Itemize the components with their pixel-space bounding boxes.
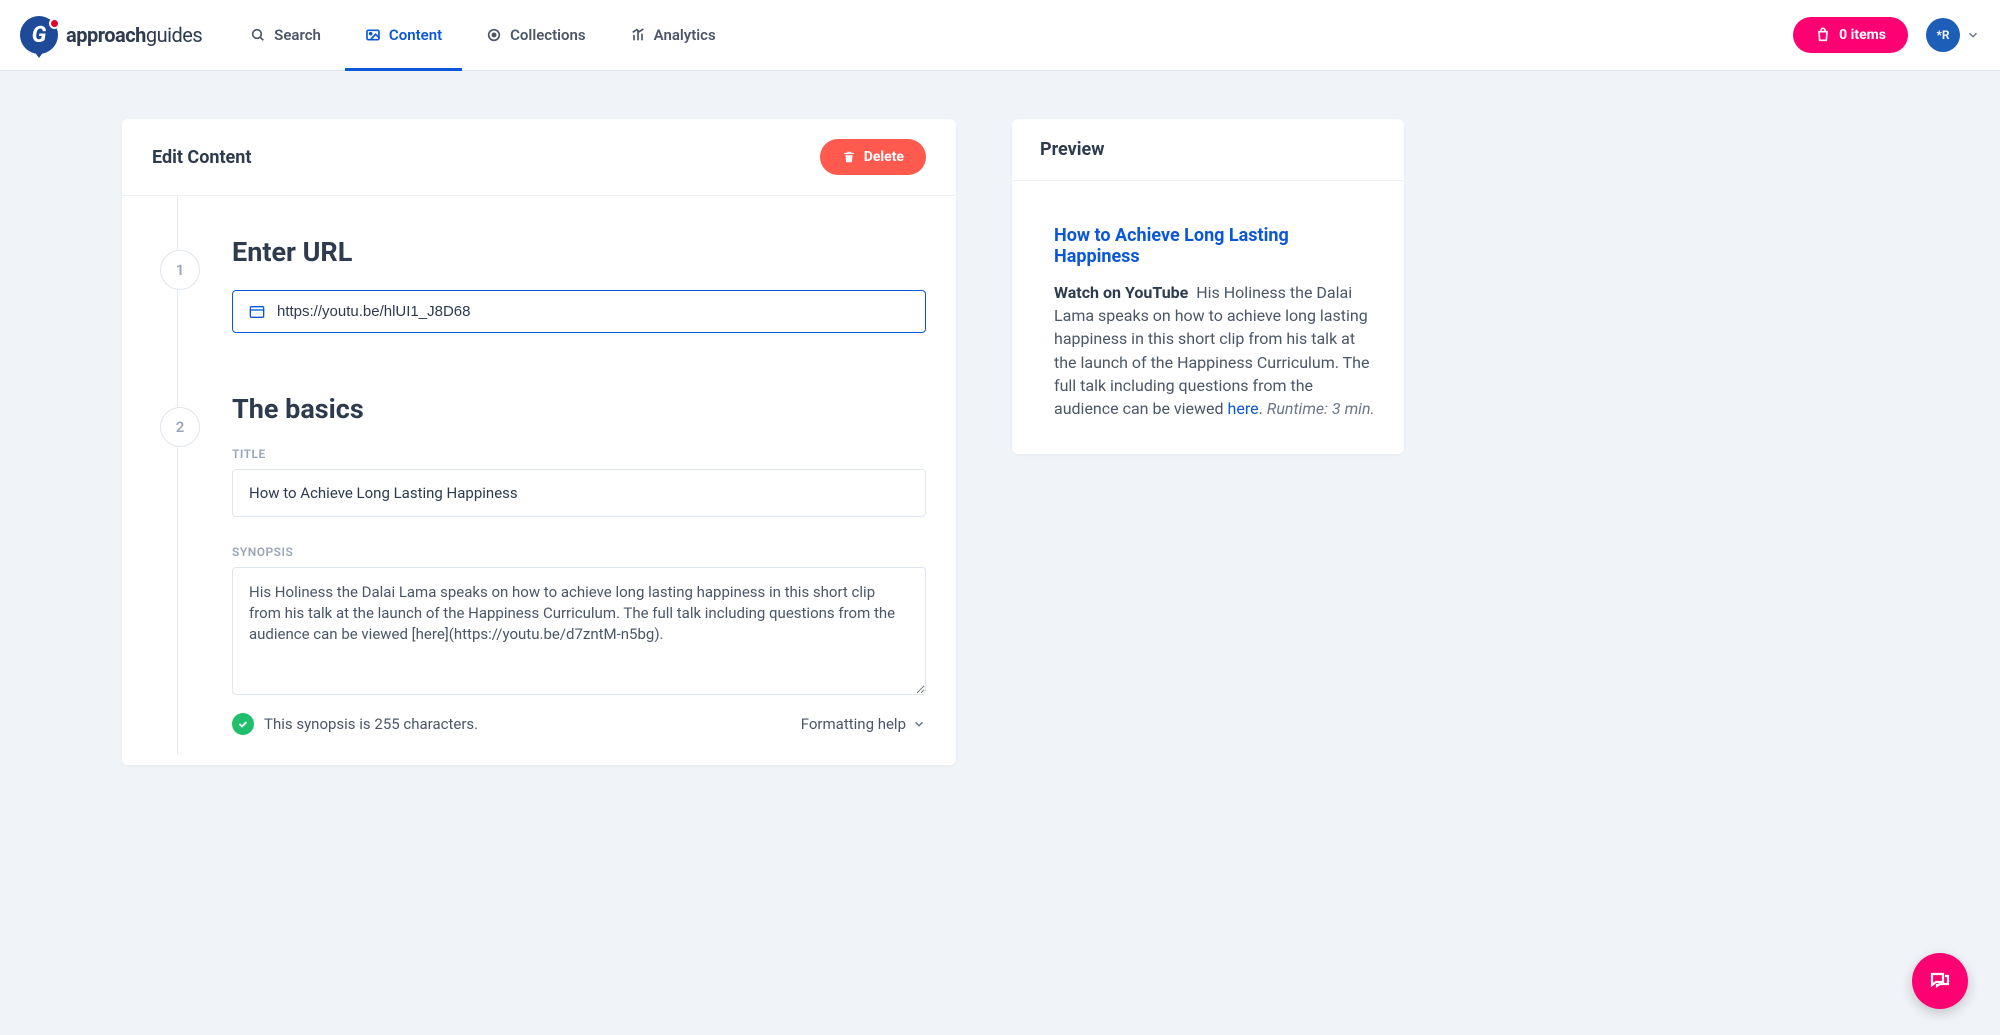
field-label: SYNOPSIS xyxy=(232,545,926,559)
preview-link[interactable]: here xyxy=(1228,399,1259,418)
avatar: *R xyxy=(1926,18,1960,52)
delete-button[interactable]: Delete xyxy=(820,139,926,175)
shopping-bag-icon xyxy=(1815,27,1831,43)
browser-icon xyxy=(249,305,265,319)
check-icon xyxy=(232,713,254,735)
char-count-status: This synopsis is 255 characters. xyxy=(232,713,478,735)
steps-container: 1 Enter URL 2 The basics TITLE xyxy=(122,196,956,755)
step-heading: The basics xyxy=(232,393,926,425)
preview-runtime: Runtime: 3 min. xyxy=(1267,399,1375,418)
card-header: Edit Content Delete xyxy=(122,119,956,196)
nav-label: Search xyxy=(274,26,321,44)
chevron-down-icon xyxy=(912,717,926,731)
trash-icon xyxy=(842,150,856,164)
preview-body: How to Achieve Long Lasting Happiness Wa… xyxy=(1012,181,1404,454)
preview-lead: Watch on YouTube xyxy=(1054,283,1188,302)
image-icon xyxy=(365,27,381,43)
nav-content[interactable]: Content xyxy=(345,0,462,71)
step-heading: Enter URL xyxy=(232,236,926,268)
preview-card: Preview How to Achieve Long Lasting Happ… xyxy=(1012,119,1404,454)
cart-button[interactable]: 0 items xyxy=(1793,17,1908,53)
nav-label: Content xyxy=(389,26,442,44)
top-navbar: G approachguides Search Content Collecti… xyxy=(0,0,2000,71)
formatting-help-label: Formatting help xyxy=(801,715,906,733)
brand-name: approachguides xyxy=(66,23,202,47)
nav-collections[interactable]: Collections xyxy=(466,0,606,71)
url-input[interactable] xyxy=(277,303,909,320)
edit-content-card: Edit Content Delete 1 Enter URL xyxy=(122,119,956,765)
brand-logo[interactable]: G approachguides xyxy=(20,16,202,54)
synopsis-field: SYNOPSIS This synopsis is 255 characters… xyxy=(232,545,926,735)
preview-body-post: . xyxy=(1259,399,1267,418)
nav-label: Collections xyxy=(510,26,586,44)
title-input[interactable] xyxy=(232,469,926,517)
delete-label: Delete xyxy=(864,149,904,165)
formatting-help-toggle[interactable]: Formatting help xyxy=(801,715,926,733)
field-label: TITLE xyxy=(232,447,926,461)
step-number: 1 xyxy=(160,250,200,290)
synopsis-footer: This synopsis is 255 characters. Formatt… xyxy=(232,713,926,735)
title-field: TITLE xyxy=(232,447,926,517)
page-body: Edit Content Delete 1 Enter URL xyxy=(0,71,2000,813)
search-icon xyxy=(250,27,266,43)
step-basics: 2 The basics TITLE SYNOPSIS This syn xyxy=(152,353,926,755)
preview-title: How to Achieve Long Lasting Happiness xyxy=(1054,225,1376,267)
chat-icon xyxy=(1928,969,1952,993)
notification-dot-icon xyxy=(49,18,60,29)
nav-label: Analytics xyxy=(654,26,716,44)
logo-mark: G xyxy=(20,16,58,54)
status-text: This synopsis is 255 characters. xyxy=(264,715,478,733)
nav-analytics[interactable]: Analytics xyxy=(610,0,736,71)
preview-body-pre: His Holiness the Dalai Lama speaks on ho… xyxy=(1054,283,1369,418)
synopsis-textarea[interactable] xyxy=(232,567,926,695)
chevron-down-icon xyxy=(1966,28,1980,42)
target-icon xyxy=(486,27,502,43)
page-title: Edit Content xyxy=(152,147,251,168)
chart-icon xyxy=(630,27,646,43)
url-input-wrap[interactable] xyxy=(232,290,926,333)
user-menu[interactable]: *R xyxy=(1926,18,1980,52)
preview-text: Watch on YouTube His Holiness the Dalai … xyxy=(1054,281,1376,420)
step-enter-url: 1 Enter URL xyxy=(152,196,926,353)
nav-search[interactable]: Search xyxy=(230,0,341,71)
preview-heading: Preview xyxy=(1012,119,1404,181)
chat-fab[interactable] xyxy=(1912,953,1968,1009)
primary-nav: Search Content Collections Analytics xyxy=(230,0,736,71)
step-number: 2 xyxy=(160,407,200,447)
cart-label: 0 items xyxy=(1839,27,1886,43)
